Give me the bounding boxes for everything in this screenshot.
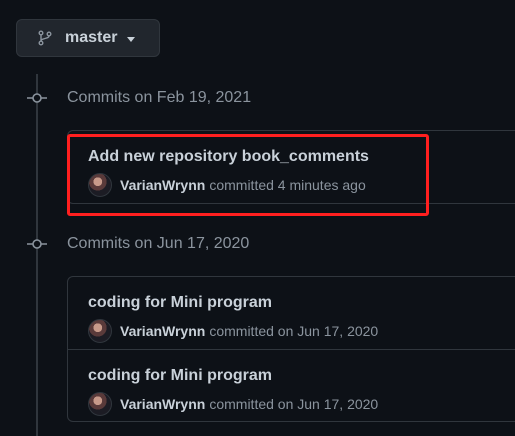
avatar[interactable]	[88, 392, 112, 416]
avatar[interactable]	[88, 319, 112, 343]
git-commit-icon	[26, 237, 48, 251]
git-commit-icon	[26, 91, 48, 105]
commit-item: coding for Mini program VarianWrynn comm…	[68, 349, 515, 421]
commit-group-title: Commits on Feb 19, 2021	[67, 89, 252, 106]
triangle-down-icon	[127, 36, 136, 42]
commit-item: Add new repository book_comments VarianW…	[68, 131, 515, 203]
commit-message-link[interactable]: coding for Mini program	[88, 366, 515, 386]
commit-meta: VarianWrynn committed on Jun 17, 2020	[88, 392, 515, 416]
commit-author-link[interactable]: VarianWrynn	[120, 177, 205, 193]
commit-author-link[interactable]: VarianWrynn	[120, 396, 205, 412]
timeline-line	[36, 74, 38, 436]
commit-meta: VarianWrynn committed on Jun 17, 2020	[88, 319, 515, 343]
branch-name: master	[65, 29, 118, 46]
commit-time: committed on Jun 17, 2020	[209, 396, 379, 412]
avatar[interactable]	[88, 173, 112, 197]
commits-page: master Commits on Feb 19, 2021 Add new r…	[0, 0, 515, 436]
commit-list: coding for Mini program VarianWrynn comm…	[67, 276, 515, 422]
commit-author-link[interactable]: VarianWrynn	[120, 323, 205, 339]
commit-list: Add new repository book_comments VarianW…	[67, 130, 515, 204]
branch-select-button[interactable]: master	[16, 19, 160, 57]
commit-time: committed on Jun 17, 2020	[209, 323, 379, 339]
git-branch-icon	[37, 30, 53, 46]
commit-message-link[interactable]: coding for Mini program	[88, 293, 515, 313]
commit-time: committed 4 minutes ago	[209, 177, 366, 193]
commit-group-title: Commits on Jun 17, 2020	[67, 235, 250, 252]
commit-item: coding for Mini program VarianWrynn comm…	[68, 277, 515, 349]
commit-meta: VarianWrynn committed 4 minutes ago	[88, 173, 515, 197]
commit-group-header: Commits on Jun 17, 2020	[26, 235, 249, 253]
commit-message-link[interactable]: Add new repository book_comments	[88, 147, 515, 167]
commit-group-header: Commits on Feb 19, 2021	[26, 89, 251, 107]
